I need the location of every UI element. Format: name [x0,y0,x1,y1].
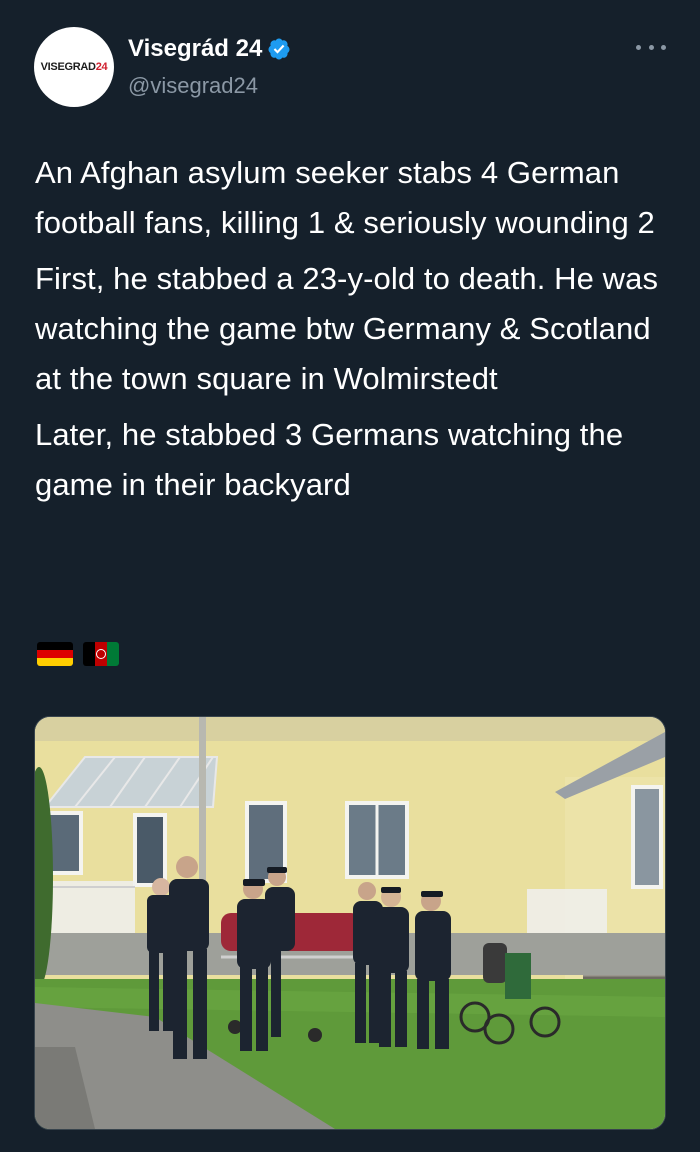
tweet-photo[interactable] [34,716,666,1130]
tweet-paragraph: First, he stabbed a 23-y-old to death. H… [35,261,659,396]
tweet-paragraph: An Afghan asylum seeker stabs 4 German f… [35,155,655,240]
more-options-icon[interactable] [636,40,666,54]
afghanistan-flag-icon [83,642,119,666]
dot [648,44,654,50]
photo-scene [35,717,665,1129]
display-name[interactable]: Visegrád 24 [128,34,262,64]
flag-emojis [37,642,119,666]
avatar[interactable]: VISEGRAD24 [34,27,114,107]
tweet-card: VISEGRAD24 Visegrád 24 @visegrad24 An Af… [0,0,700,1152]
tweet-text: An Afghan asylum seeker stabs 4 German f… [35,148,667,516]
germany-flag-icon [37,642,73,666]
tweet-paragraph: Later, he stabbed 3 Germans watching the… [35,417,624,502]
dot [661,44,666,50]
dot [636,44,641,50]
author-handle[interactable]: @visegrad24 [128,72,258,100]
avatar-logo: VISEGRAD24 [40,61,108,73]
author-name-row: Visegrád 24 [128,34,291,64]
verified-badge-icon [268,38,290,60]
